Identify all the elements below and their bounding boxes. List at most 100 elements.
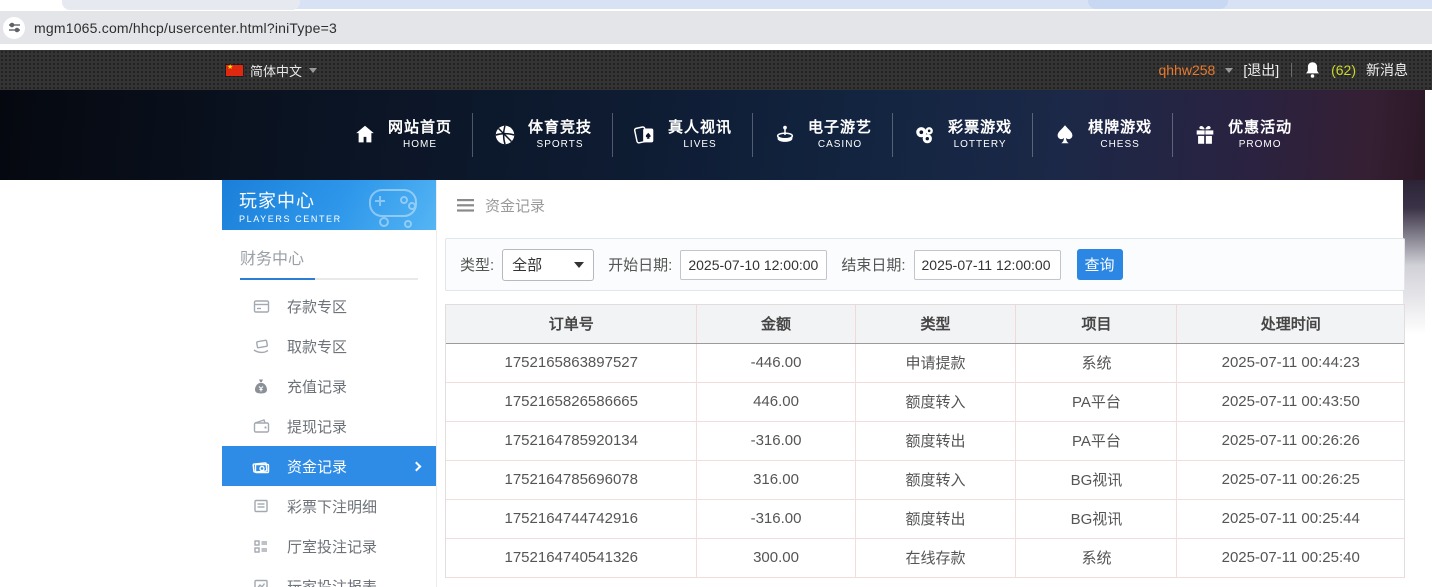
nav-label-zh: 棋牌游戏 [1088, 119, 1152, 138]
type-label: 类型: [460, 254, 494, 275]
logout-link[interactable]: [退出] [1243, 60, 1279, 80]
col-type: 类型 [855, 305, 1016, 343]
message-count[interactable]: (62) [1331, 62, 1356, 78]
url-text[interactable]: mgm1065.com/hhcp/usercenter.html?iniType… [34, 20, 337, 36]
nav-label-zh: 电子游艺 [808, 119, 872, 138]
nav-label-en: CHESS [1100, 139, 1139, 152]
col-order-number: 订单号 [446, 305, 697, 343]
hamburger-icon [457, 199, 474, 212]
nav-item-casino[interactable]: 电子游艺CASINO [753, 109, 892, 161]
sidebar-header: 玩家中心 PLAYERS CENTER [222, 180, 436, 230]
table-row: 1752164785920134 -316.00 额度转出 PA平台 2025-… [446, 421, 1404, 460]
query-button[interactable]: 查询 [1077, 249, 1123, 280]
sidebar-item-label: 取款专区 [287, 336, 347, 357]
language-selector[interactable]: ★ 简体中文 [226, 61, 317, 80]
nav-item-lives[interactable]: 真人视讯LIVES [613, 109, 752, 161]
sidebar-item-label: 厅室投注记录 [287, 536, 377, 557]
list-icon [252, 537, 270, 555]
table-row: 1752165826586665 446.00 额度转入 PA平台 2025-0… [446, 382, 1404, 421]
start-date-input[interactable] [680, 250, 827, 280]
table-header-row: 订单号 金额 类型 项目 处理时间 [446, 305, 1404, 343]
table-row: 1752164740541326 300.00 在线存款 系统 2025-07-… [446, 538, 1404, 577]
lottery-balls-icon [913, 123, 937, 147]
nav-label-en: SPORTS [537, 139, 584, 152]
cell-order-number: 1752164740541326 [446, 538, 697, 577]
language-label: 简体中文 [250, 61, 302, 80]
table-row: 1752164785696078 316.00 额度转入 BG视讯 2025-0… [446, 460, 1404, 499]
end-date-label: 结束日期: [841, 254, 905, 275]
cell-processed-time: 2025-07-11 00:25:40 [1177, 538, 1404, 577]
gamepad-icon [356, 186, 428, 230]
address-bar[interactable]: mgm1065.com/hhcp/usercenter.html?iniType… [0, 11, 1432, 44]
sidebar-item-label: 提现记录 [287, 416, 347, 437]
caret-down-icon[interactable] [1225, 68, 1233, 73]
page-title: 资金记录 [485, 195, 545, 216]
cell-project: 系统 [1016, 343, 1177, 382]
bell-icon[interactable] [1304, 61, 1321, 79]
nav-item-chess[interactable]: 棋牌游戏CHESS [1033, 109, 1172, 161]
cell-processed-time: 2025-07-11 00:26:26 [1177, 421, 1404, 460]
gift-icon [1193, 123, 1217, 147]
tune-icon [8, 21, 21, 34]
main-content: 资金记录 类型: 全部 开始日期: 结束日期: 查询 订单号 [445, 180, 1405, 587]
cell-amount: -316.00 [697, 499, 855, 538]
china-flag-icon: ★ [226, 65, 243, 76]
site-settings-badge[interactable] [3, 17, 25, 39]
new-messages-link[interactable]: 新消息 [1366, 60, 1408, 80]
username[interactable]: qhhw258 [1158, 62, 1215, 78]
nav-item-home[interactable]: 网站首页HOME [333, 109, 472, 161]
cell-amount: -316.00 [697, 421, 855, 460]
sidebar-item-label: 存款专区 [287, 296, 347, 317]
cell-processed-time: 2025-07-11 00:43:50 [1177, 382, 1404, 421]
sidebar-item-label: 玩家投注报表 [287, 576, 377, 587]
nav-label-zh: 体育竞技 [528, 119, 592, 138]
cell-type: 在线存款 [855, 538, 1016, 577]
sidebar-item-deposit-zone[interactable]: 存款专区 [222, 286, 436, 326]
cell-order-number: 1752165863897527 [446, 343, 697, 382]
cell-project: PA平台 [1016, 382, 1177, 421]
table-row: 1752164744742916 -316.00 额度转出 BG视讯 2025-… [446, 499, 1404, 538]
nav-label-en: LOTTERY [954, 139, 1007, 152]
user-toolbar: qhhw258 [退出] (62) 新消息 [1158, 60, 1408, 80]
nav-item-sports[interactable]: 体育竞技SPORTS [473, 109, 612, 161]
document-icon [252, 497, 270, 515]
browser-tab[interactable] [62, 0, 300, 10]
nav-item-lottery[interactable]: 彩票游戏LOTTERY [893, 109, 1032, 161]
cell-project: 系统 [1016, 538, 1177, 577]
cell-processed-time: 2025-07-11 00:26:25 [1177, 460, 1404, 499]
end-date-input[interactable] [914, 250, 1061, 280]
filter-panel: 类型: 全部 开始日期: 结束日期: 查询 [445, 238, 1405, 291]
sidebar: 玩家中心 PLAYERS CENTER 财务中心 存款专区 [222, 180, 437, 587]
sidebar-item-hall-bet-records[interactable]: 厅室投注记录 [222, 526, 436, 566]
sidebar-item-funds-records[interactable]: 资金记录 [222, 446, 436, 486]
roulette-icon [773, 123, 797, 147]
cell-order-number: 1752164785920134 [446, 421, 697, 460]
cell-project: BG视讯 [1016, 499, 1177, 538]
sidebar-item-player-bet-report[interactable]: 玩家投注报表 [222, 566, 436, 587]
sidebar-section-title: 财务中心 [222, 230, 436, 269]
col-project: 项目 [1016, 305, 1177, 343]
sidebar-item-lottery-bet-details[interactable]: 彩票下注明细 [222, 486, 436, 526]
sidebar-section-divider [240, 278, 418, 280]
nav-item-promo[interactable]: 优惠活动PROMO [1173, 109, 1312, 161]
cell-processed-time: 2025-07-11 00:44:23 [1177, 343, 1404, 382]
nav-label-zh: 真人视讯 [668, 119, 732, 138]
report-chart-icon [252, 577, 270, 587]
sidebar-item-withdraw-zone[interactable]: 取款专区 [222, 326, 436, 366]
moneybag-icon [252, 377, 270, 395]
cell-amount: 300.00 [697, 538, 855, 577]
cell-order-number: 1752164785696078 [446, 460, 697, 499]
wallet-icon [252, 417, 270, 435]
type-select[interactable]: 全部 [502, 249, 594, 281]
browser-tab[interactable] [1088, 0, 1228, 9]
withdraw-hand-icon [252, 337, 270, 355]
main-nav: 网站首页HOME 体育竞技SPORTS 真人视讯LIVES [0, 90, 1425, 180]
sidebar-item-withdrawal-records[interactable]: 提现记录 [222, 406, 436, 446]
cell-order-number: 1752164744742916 [446, 499, 697, 538]
browser-tab-strip [0, 0, 1432, 11]
sidebar-item-recharge-records[interactable]: 充值记录 [222, 366, 436, 406]
sidebar-item-label: 彩票下注明细 [287, 496, 377, 517]
cell-type: 额度转出 [855, 421, 1016, 460]
cell-amount: 316.00 [697, 460, 855, 499]
cell-type: 申请提款 [855, 343, 1016, 382]
